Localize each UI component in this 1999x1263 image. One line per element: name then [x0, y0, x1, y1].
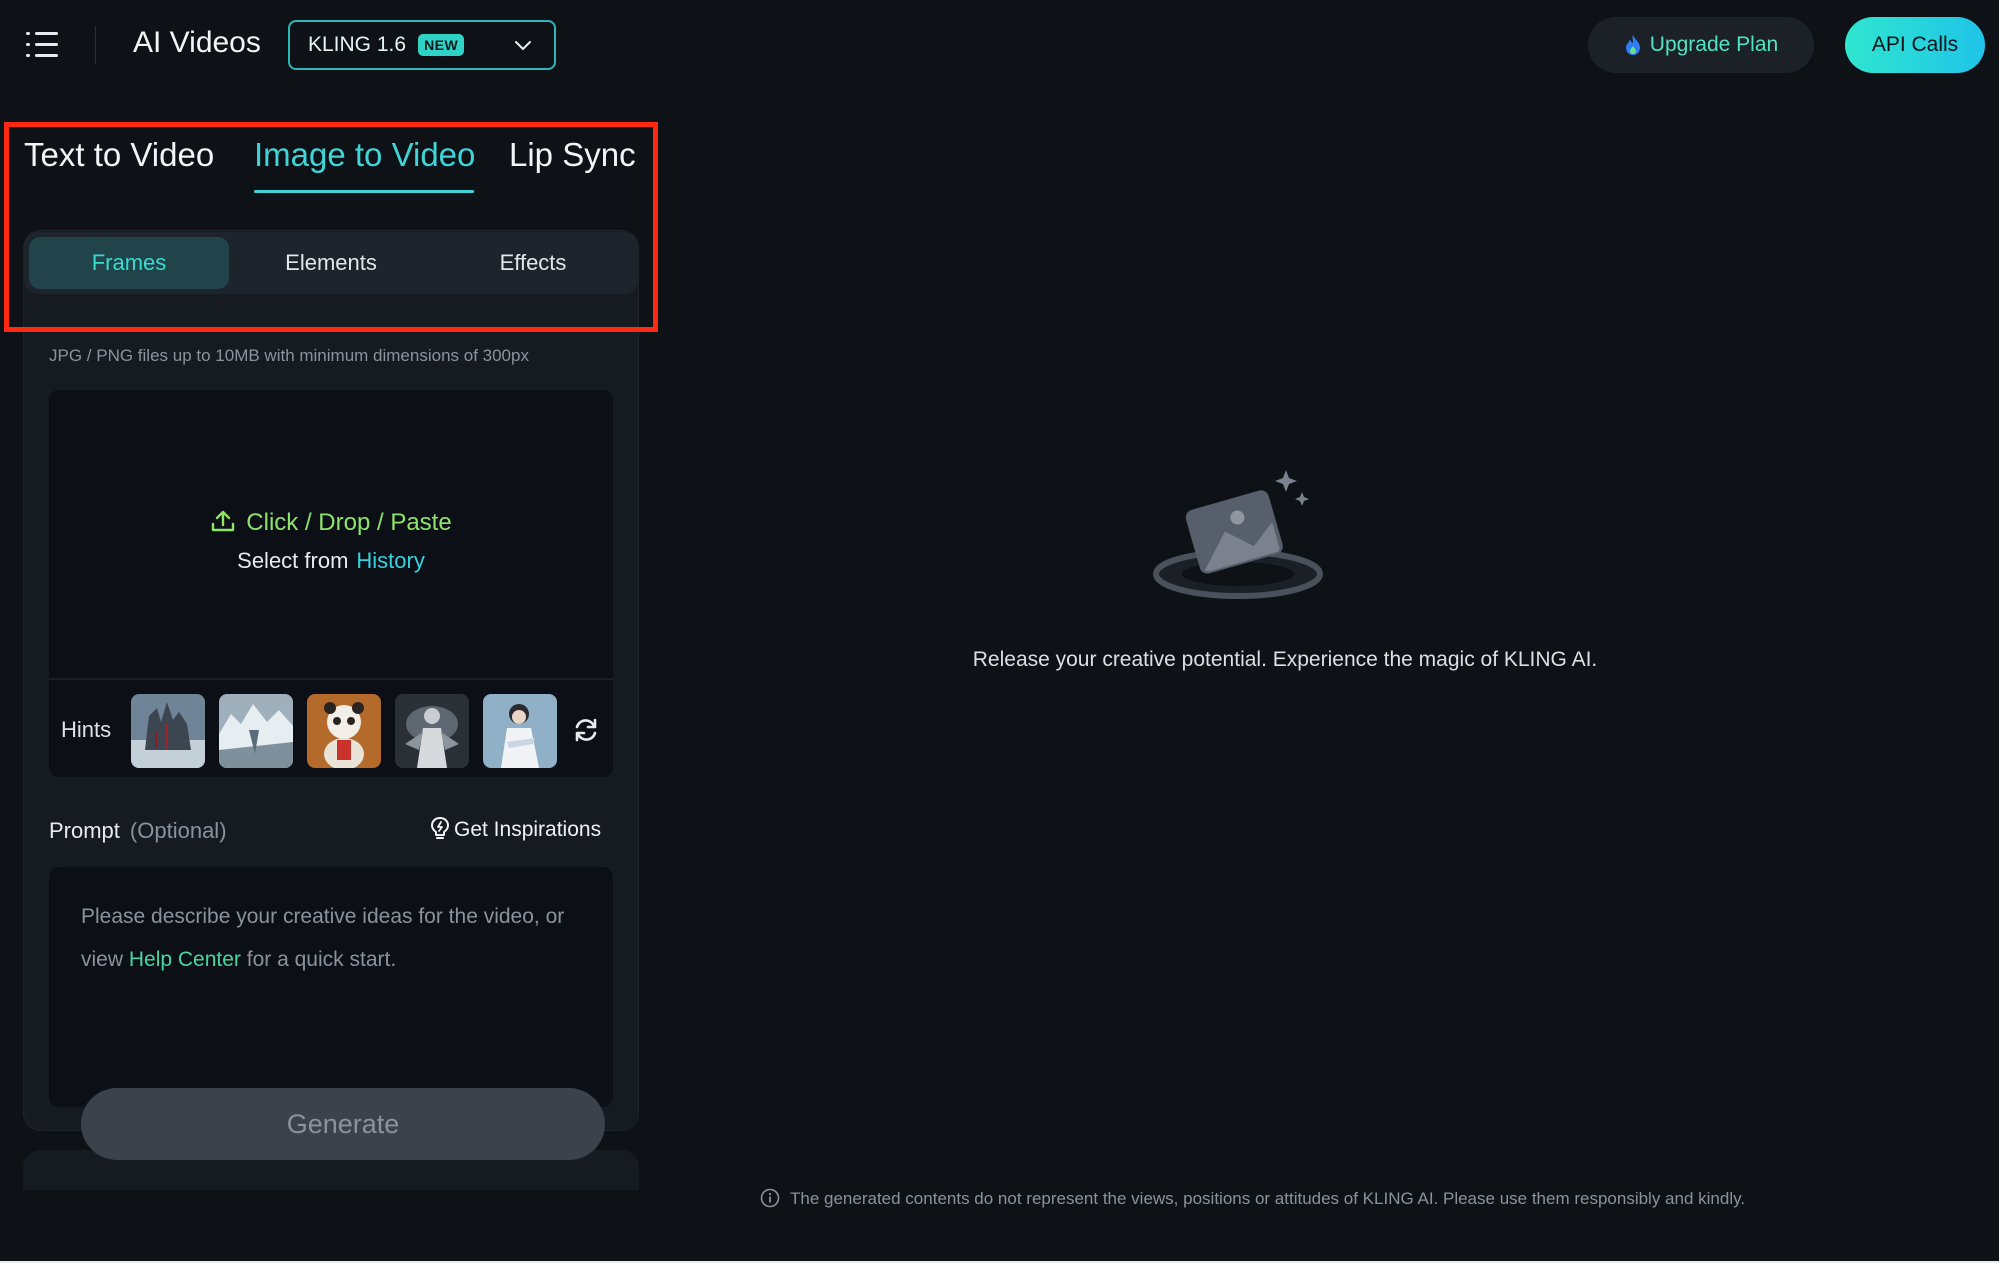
top-bar: AI Videos KLING 1.6 NEW Upgrade Plan API…	[0, 0, 1999, 90]
menu-icon[interactable]	[26, 30, 58, 60]
generate-label: Generate	[286, 1108, 400, 1139]
city-image	[131, 694, 205, 768]
prompt-textarea[interactable]: Please describe your creative ideas for …	[49, 867, 613, 1107]
header-divider	[95, 26, 96, 64]
get-inspirations-button[interactable]: Get Inspirations	[430, 816, 601, 842]
api-calls-label: API Calls	[1871, 33, 1959, 56]
tab-text-to-video[interactable]: Text to Video	[24, 136, 214, 174]
hint-thumb-city[interactable]	[131, 694, 205, 768]
upgrade-plan-label: Upgrade Plan	[1649, 33, 1779, 56]
image-placeholder-icon	[1153, 470, 1323, 599]
prompt-placeholder: Please describe your creative ideas for …	[81, 895, 601, 981]
hints-row: Hints	[49, 679, 613, 777]
prompt-label-text: Prompt	[49, 818, 120, 843]
chevron-down-icon	[515, 41, 531, 51]
tab-lip-sync[interactable]: Lip Sync	[509, 136, 636, 174]
empty-state-message: Release your creative potential. Experie…	[972, 648, 1598, 671]
model-label: KLING 1.6	[308, 33, 407, 56]
help-center-link[interactable]: Help Center	[129, 948, 241, 971]
hint-thumb-glacier[interactable]	[219, 694, 293, 768]
upload-icon	[212, 510, 235, 532]
upload-action-label: Click / Drop / Paste	[246, 509, 452, 536]
generate-button[interactable]: Generate	[81, 1088, 605, 1160]
subtab-frames[interactable]: Frames	[29, 237, 229, 289]
hint-thumb-panda[interactable]	[307, 694, 381, 768]
subtab-elements[interactable]: Elements	[231, 237, 431, 289]
model-select-dropdown[interactable]: KLING 1.6 NEW	[288, 20, 556, 70]
hint-thumb-figure[interactable]	[395, 694, 469, 768]
info-icon	[760, 1188, 780, 1208]
select-from-label: Select from	[237, 548, 349, 573]
image-dropzone[interactable]: Click / Drop / Paste Select from History	[49, 390, 613, 678]
person-image	[483, 694, 557, 768]
get-inspirations-label: Get Inspirations	[454, 818, 602, 841]
figure-image	[395, 694, 469, 768]
active-tab-indicator	[254, 190, 474, 193]
flame-icon	[1625, 35, 1640, 55]
subtab-effects[interactable]: Effects	[433, 237, 633, 289]
tab-image-to-video[interactable]: Image to Video	[254, 136, 475, 174]
upgrade-plan-button[interactable]: Upgrade Plan	[1588, 17, 1814, 73]
refresh-icon[interactable]	[572, 716, 600, 744]
hints-label: Hints	[61, 717, 112, 742]
footer-disclaimer-text: The generated contents do not represent …	[790, 1189, 1746, 1208]
prompt-optional-text: (Optional)	[129, 818, 227, 843]
panda-image	[307, 694, 381, 768]
prompt-placeholder-post: for a quick start.	[246, 948, 397, 971]
upload-action: Click / Drop / Paste	[49, 508, 613, 537]
lightbulb-icon	[431, 817, 449, 839]
new-badge: NEW	[418, 34, 465, 56]
hint-thumb-person[interactable]	[483, 694, 557, 768]
api-calls-button[interactable]: API Calls	[1845, 17, 1985, 73]
history-link[interactable]: History	[356, 548, 424, 573]
sub-tabs: Frames Elements Effects	[24, 232, 638, 294]
prompt-label: Prompt (Optional)	[49, 818, 227, 844]
select-from-history: Select from History	[49, 548, 613, 574]
glacier-image	[219, 694, 293, 768]
footer-disclaimer: The generated contents do not represent …	[760, 1188, 1745, 1209]
upload-requirements: JPG / PNG files up to 10MB with minimum …	[49, 346, 529, 365]
app-title: AI Videos	[133, 26, 261, 59]
